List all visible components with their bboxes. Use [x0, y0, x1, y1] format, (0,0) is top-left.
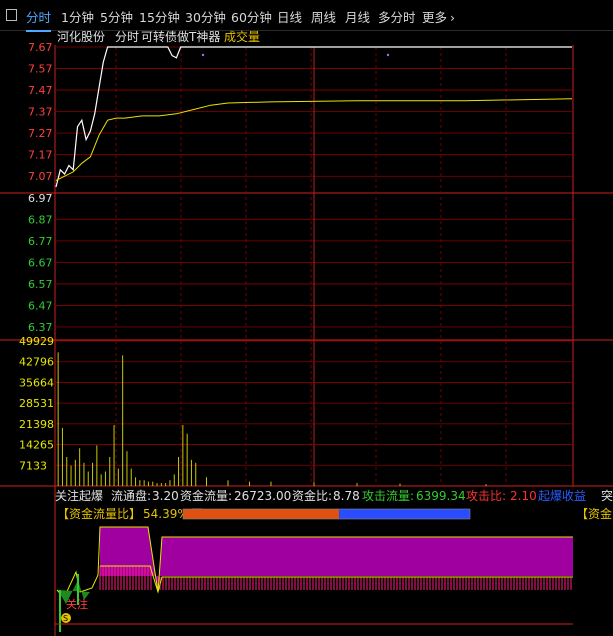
volume-tick: 14265 — [19, 439, 54, 452]
tool-label[interactable]: 可转债做T神器 — [141, 29, 220, 44]
volume-tick: 42796 — [19, 356, 54, 369]
flow-title-right: 【资金 — [576, 506, 612, 521]
flow-ratio-title: 【资金流量比】54.39%买 — [57, 506, 203, 521]
volume-label: 成交量 — [224, 29, 260, 44]
stock-name: 河化股份 — [57, 30, 105, 44]
flow-ratio-bar-buy — [183, 509, 340, 519]
price-axis: 7.67 7.57 7.47 7.37 7.27 7.17 7.07 6.97 6.87 6.77… — [28, 41, 53, 334]
price-tick: 7.07 — [28, 170, 53, 183]
signal-dot — [201, 53, 205, 57]
price-tick: 7.67 — [28, 41, 53, 54]
flow-ratio-bar-sell — [339, 509, 470, 519]
signal-dot — [386, 53, 390, 57]
price-tick: 7.17 — [28, 149, 53, 162]
price-tick: 7.27 — [28, 127, 53, 140]
volume-tick: 35664 — [19, 376, 54, 389]
volume-tick: 49929 — [19, 335, 54, 348]
s-signal-label: S — [63, 614, 68, 623]
price-tick: 6.87 — [28, 213, 53, 226]
mode-label: 分时 — [115, 30, 139, 44]
volume-axis: 49929 42796 35664 28531 21398 14265 7133 — [19, 335, 54, 472]
price-tick: 6.47 — [28, 299, 53, 312]
watch-marker: 关注 — [66, 597, 88, 611]
volume-tick: 21398 — [19, 418, 54, 431]
price-tick: 7.37 — [28, 106, 53, 119]
volume-tick: 28531 — [19, 397, 54, 410]
price-tick: 6.37 — [28, 321, 53, 334]
price-tick: 6.77 — [28, 235, 53, 248]
price-tick: 6.67 — [28, 256, 53, 269]
indicator-row: 关注起爆 流通盘: 3.20 资金流量: 26723.00 资金比: 8.78 … — [55, 488, 613, 503]
price-tick: 7.47 — [28, 84, 53, 97]
volume-tick: 7133 — [19, 459, 47, 472]
price-tick: 6.97 — [28, 192, 53, 205]
volume-bars — [57, 352, 487, 486]
chart-area[interactable]: 河化股份 分时 可转债做T神器 成交量 7.67 7.57 7.47 7.37 7.27… — [0, 0, 613, 636]
price-tick: 6.57 — [28, 278, 53, 291]
chart-grid — [55, 46, 573, 486]
price-tick: 7.57 — [28, 63, 53, 76]
flow-area — [55, 526, 573, 632]
